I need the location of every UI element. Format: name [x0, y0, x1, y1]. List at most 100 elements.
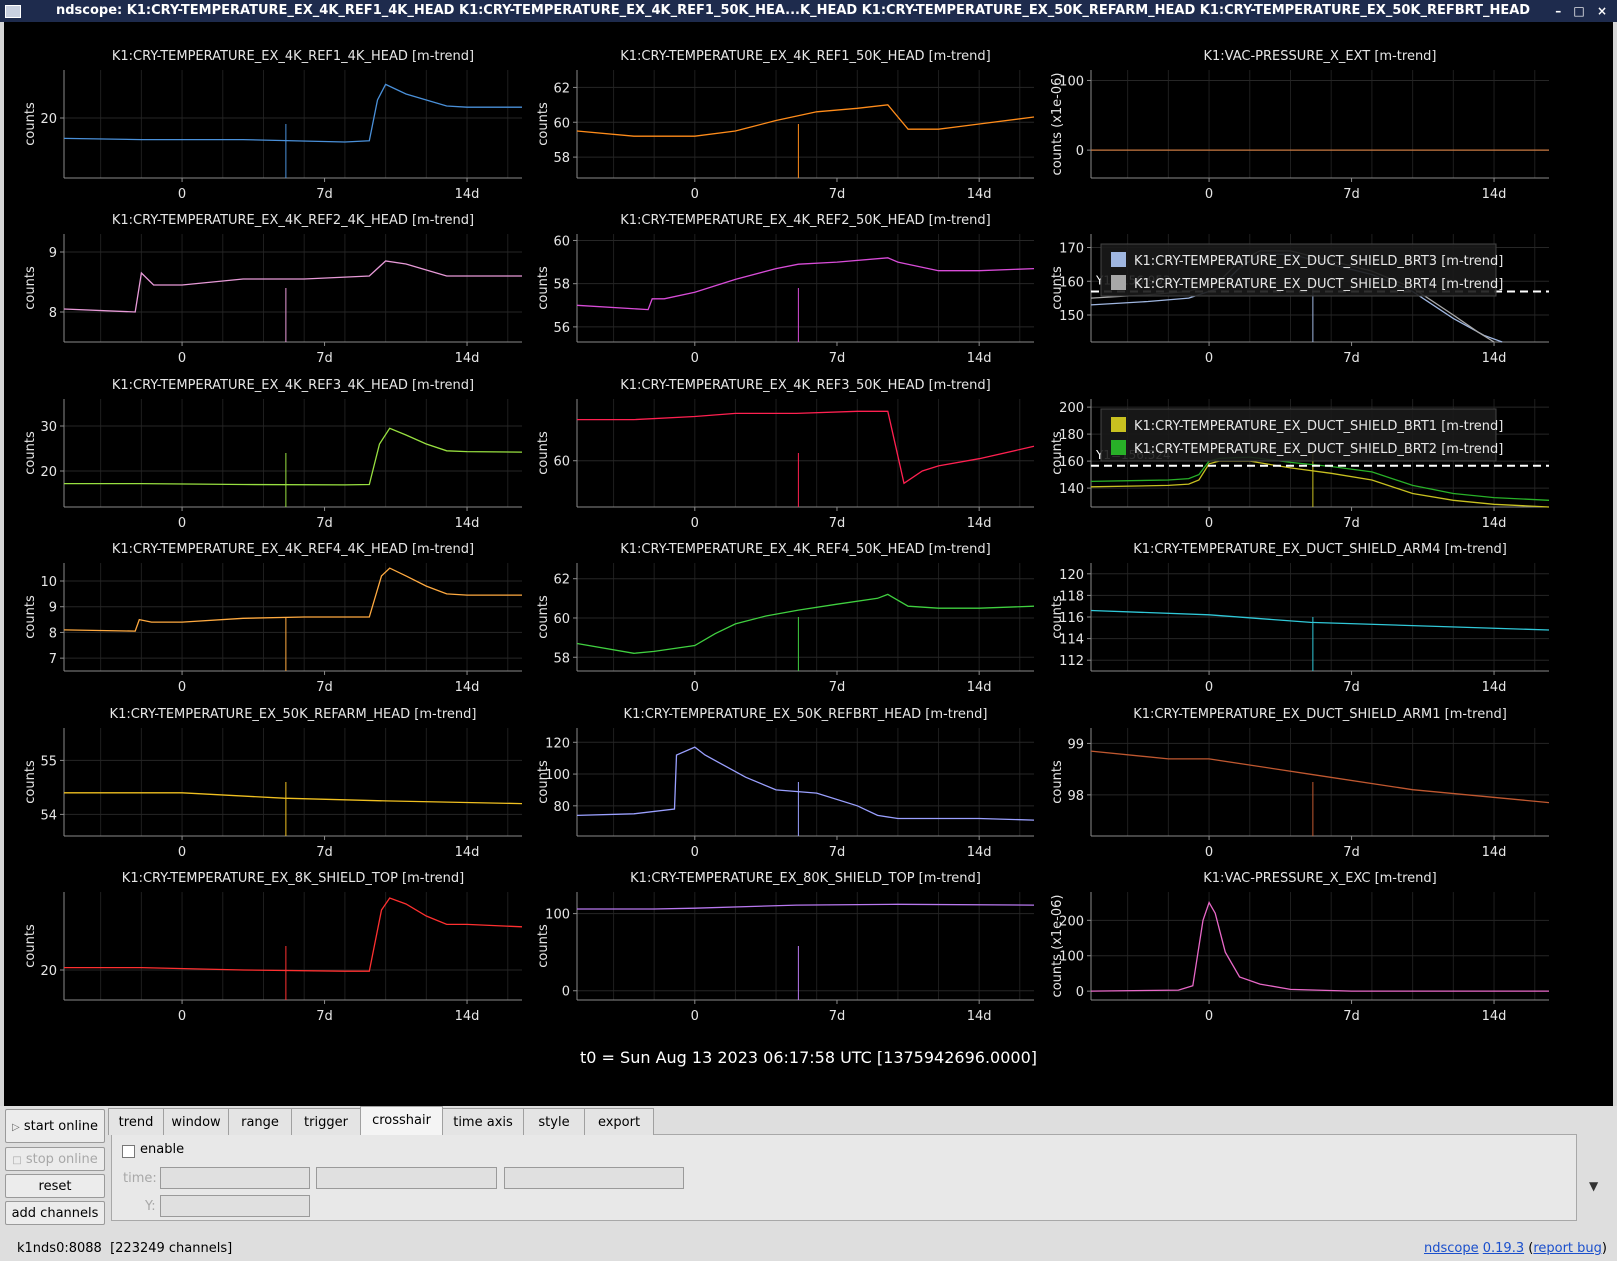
tab-range[interactable]: range	[228, 1108, 292, 1135]
version-info: ndscope 0.19.3 (report bug)	[1423, 1241, 1607, 1256]
enable-checkbox[interactable]	[122, 1145, 135, 1158]
chart-1-series-0	[576, 104, 1035, 137]
add-channels-button[interactable]: add channels	[5, 1201, 105, 1225]
chart-16-y-tick-label: 0	[562, 985, 570, 1000]
chart-2-y-tick-label: 0	[1076, 144, 1084, 159]
chart-2-x-tick-label: 7d	[1343, 187, 1360, 202]
tab-time-axis[interactable]: time axis	[442, 1108, 524, 1135]
chart-11-title: K1:CRY-TEMPERATURE_EX_DUCT_SHIELD_ARM4 […	[1133, 542, 1507, 557]
chart-8-series-0	[1090, 460, 1550, 508]
chart-3-x-tick-label: 14d	[455, 351, 480, 366]
chart-16-y-label: counts	[536, 924, 551, 968]
chart-2-x-tick-label: 0	[1205, 187, 1213, 202]
chart-3-y-tick-label: 9	[49, 246, 57, 261]
chart-11-y-label: counts	[1050, 595, 1065, 639]
chart-7-x-tick-label: 14d	[967, 516, 992, 531]
chart-11-x-tick-label: 0	[1205, 680, 1213, 695]
chart-1-title: K1:CRY-TEMPERATURE_EX_4K_REF1_50K_HEAD […	[620, 49, 991, 64]
chart-15-y-tick-label: 20	[40, 964, 57, 979]
stop-online-button[interactable]: □ stop online	[5, 1147, 105, 1171]
chart-6-x-tick-label: 14d	[455, 516, 480, 531]
version-link[interactable]: 0.19.3	[1483, 1241, 1524, 1256]
tab-style[interactable]: style	[523, 1108, 585, 1135]
chart-8-legend-label-1: K1:CRY-TEMPERATURE_EX_DUCT_SHIELD_BRT2 […	[1134, 442, 1503, 457]
chart-8-x-tick-label: 7d	[1343, 516, 1360, 531]
chart-14-x-tick-label: 7d	[1343, 845, 1360, 860]
time-label: time:	[123, 1171, 157, 1186]
tab-trend[interactable]: trend	[108, 1108, 164, 1135]
chart-16-x-tick-label: 7d	[829, 1009, 846, 1024]
chart-17-title: K1:VAC-PRESSURE_X_EXC [m-trend]	[1203, 871, 1436, 886]
chart-16-series-0	[577, 903, 1035, 910]
y-label: Y:	[145, 1199, 156, 1214]
chart-13-y-tick-label: 120	[545, 736, 570, 751]
chart-0-x-tick-label: 7d	[316, 187, 333, 202]
chart-17-x-tick-label: 0	[1205, 1009, 1213, 1024]
chart-1-x-tick-label: 0	[691, 187, 699, 202]
chart-3-series-0	[63, 260, 522, 313]
y-field[interactable]	[160, 1195, 310, 1217]
chart-0-x-tick-label: 0	[178, 187, 186, 202]
window-menu-icon[interactable]	[5, 5, 21, 18]
chart-14-y-tick-label: 98	[1067, 789, 1084, 804]
chart-17-x-tick-label: 14d	[1482, 1009, 1507, 1024]
tab-export[interactable]: export	[584, 1108, 654, 1135]
chart-3-x-tick-label: 0	[178, 351, 186, 366]
reset-button[interactable]: reset	[5, 1174, 105, 1198]
time-field-2[interactable]	[316, 1167, 497, 1189]
chart-16-title: K1:CRY-TEMPERATURE_EX_80K_SHIELD_TOP [m-…	[630, 871, 981, 886]
tab-crosshair[interactable]: crosshair	[360, 1106, 443, 1135]
chart-10-x-tick-label: 7d	[829, 680, 846, 695]
window-controls[interactable]: – □ ×	[1555, 0, 1611, 22]
chart-3-y-tick-label: 8	[49, 306, 57, 321]
chart-0-title: K1:CRY-TEMPERATURE_EX_4K_REF1_4K_HEAD [m…	[112, 49, 474, 64]
chart-8-y-label: counts	[1050, 431, 1065, 475]
chart-9-y-tick-label: 10	[40, 575, 57, 590]
chart-1-y-label: counts	[536, 102, 551, 146]
chart-11-y-tick-label: 112	[1059, 654, 1084, 669]
chart-9-y-tick-label: 9	[49, 601, 57, 616]
ndscope-link[interactable]: ndscope	[1424, 1241, 1479, 1256]
chart-4-title: K1:CRY-TEMPERATURE_EX_4K_REF2_50K_HEAD […	[620, 213, 991, 228]
chart-6-y-label: counts	[23, 431, 38, 475]
chart-13-y-tick-label: 80	[553, 800, 570, 815]
chart-4-y-tick-label: 58	[553, 278, 570, 293]
chart-0-x-tick-label: 14d	[455, 187, 480, 202]
chart-6-title: K1:CRY-TEMPERATURE_EX_4K_REF3_4K_HEAD [m…	[112, 378, 474, 393]
chart-5-x-tick-label: 0	[1205, 351, 1213, 366]
chart-3-title: K1:CRY-TEMPERATURE_EX_4K_REF2_4K_HEAD [m…	[112, 213, 474, 228]
chart-6-x-tick-label: 7d	[316, 516, 333, 531]
t0-label: t0 = Sun Aug 13 2023 06:17:58 UTC [13759…	[580, 1048, 1037, 1067]
collapse-arrow-icon[interactable]: ▼	[1589, 1179, 1598, 1193]
chart-2-x-tick-label: 14d	[1482, 187, 1507, 202]
chart-10-y-tick-label: 60	[553, 612, 570, 627]
chart-9-y-label: counts	[23, 595, 38, 639]
chart-9-y-tick-label: 7	[49, 652, 57, 667]
chart-15-y-label: counts	[23, 924, 38, 968]
start-online-button[interactable]: ▷ start online	[5, 1109, 105, 1143]
chart-15-series-0	[64, 897, 523, 972]
chart-14-x-tick-label: 0	[1205, 845, 1213, 860]
chart-13-series-0	[576, 746, 1035, 821]
time-field-1[interactable]	[160, 1167, 310, 1189]
tab-trigger[interactable]: trigger	[291, 1108, 361, 1135]
chart-4-x-tick-label: 14d	[967, 351, 992, 366]
chart-13-x-tick-label: 0	[691, 845, 699, 860]
chart-13-title: K1:CRY-TEMPERATURE_EX_50K_REFBRT_HEAD [m…	[624, 707, 988, 722]
chart-14-y-label: counts	[1050, 760, 1065, 804]
chart-13-y-label: counts	[536, 760, 551, 804]
chart-11-x-tick-label: 7d	[1343, 680, 1360, 695]
report-bug-link[interactable]: report bug	[1533, 1241, 1602, 1256]
chart-6-y-tick-label: 30	[40, 420, 57, 435]
chart-5-legend-label-1: K1:CRY-TEMPERATURE_EX_DUCT_SHIELD_BRT4 […	[1134, 277, 1503, 292]
chart-15-x-tick-label: 14d	[455, 1009, 480, 1024]
chart-9-x-tick-label: 0	[178, 680, 186, 695]
time-field-3[interactable]	[504, 1167, 684, 1189]
chart-8-y-tick-label: 140	[1059, 482, 1084, 497]
chart-12-x-tick-label: 0	[178, 845, 186, 860]
tab-window[interactable]: window	[163, 1108, 229, 1135]
chart-5-y-label: counts	[1050, 266, 1065, 310]
chart-9-series-0	[63, 567, 522, 632]
window-titlebar: ndscope: K1:CRY-TEMPERATURE_EX_4K_REF1_4…	[0, 0, 1617, 22]
chart-8-legend-swatch-0	[1111, 417, 1126, 432]
